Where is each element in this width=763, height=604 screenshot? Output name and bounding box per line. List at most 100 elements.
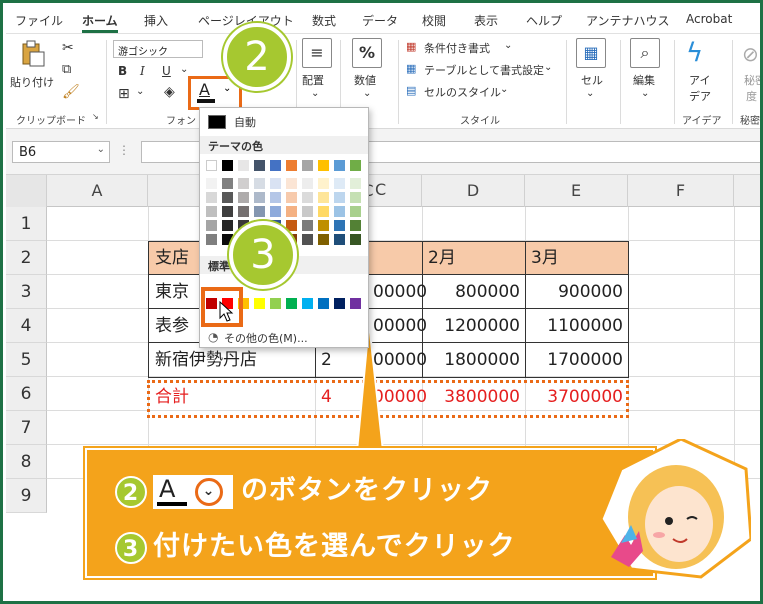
theme-shade-swatch[interactable] (286, 220, 297, 231)
cell-d2[interactable]: 2月 (424, 241, 460, 275)
row-header-1[interactable]: 1 (6, 207, 47, 241)
theme-color-swatch[interactable] (206, 160, 217, 171)
theme-shade-swatch[interactable] (206, 178, 217, 189)
theme-shade-swatch[interactable] (334, 234, 345, 245)
chevron-down-icon[interactable]: ⌄ (363, 88, 371, 99)
automatic-color-label[interactable]: 自動 (234, 114, 256, 130)
theme-shade-swatch[interactable] (302, 220, 313, 231)
theme-shade-swatch[interactable] (334, 192, 345, 203)
theme-shade-swatch[interactable] (350, 220, 361, 231)
theme-shade-swatch[interactable] (350, 234, 361, 245)
theme-shade-swatch[interactable] (222, 220, 233, 231)
tab-review[interactable]: 校閲 (422, 12, 446, 29)
tab-acrobat[interactable]: Acrobat (686, 12, 732, 26)
bold-button[interactable]: B (118, 64, 127, 78)
chevron-down-icon[interactable]: ⌄ (136, 86, 144, 97)
theme-shade-swatch[interactable] (270, 206, 281, 217)
theme-shade-swatch[interactable] (318, 220, 329, 231)
theme-shade-swatch[interactable] (350, 206, 361, 217)
format-painter-icon[interactable]: 🖌 (62, 84, 80, 100)
row-header-5[interactable]: 5 (6, 343, 47, 377)
table-format-label[interactable]: テーブルとして書式設定 (424, 62, 544, 78)
cell-e4[interactable]: 1100000 (526, 309, 627, 343)
idea-label-1[interactable]: アイ (689, 72, 710, 88)
theme-shade-swatch[interactable] (318, 234, 329, 245)
chevron-down-icon[interactable]: ⌄ (586, 88, 594, 99)
percent-icon[interactable]: % (352, 38, 382, 68)
fill-color-icon[interactable]: ◈ (164, 84, 175, 100)
theme-shade-swatch[interactable] (302, 192, 313, 203)
theme-shade-swatch[interactable] (238, 192, 249, 203)
cut-icon[interactable]: ✂ (62, 40, 74, 56)
cell-e5[interactable]: 1700000 (526, 343, 627, 377)
cell-b2[interactable]: 支店 (151, 241, 193, 275)
search-icon[interactable]: ⌕ (630, 38, 660, 68)
theme-shade-swatch[interactable] (350, 178, 361, 189)
cell-d4[interactable]: 1200000 (423, 309, 524, 343)
theme-shade-swatch[interactable] (334, 178, 345, 189)
cell-style-label[interactable]: セルのスタイル (424, 84, 501, 100)
number-button-label[interactable]: 数値 (354, 72, 376, 88)
chevron-down-icon[interactable]: ⌄ (180, 64, 188, 75)
standard-color-swatch[interactable] (350, 298, 361, 309)
theme-color-swatch[interactable] (302, 160, 313, 171)
theme-shade-swatch[interactable] (286, 192, 297, 203)
standard-color-swatch[interactable] (270, 298, 281, 309)
chevron-down-icon[interactable]: ⌄ (544, 62, 552, 73)
standard-color-swatch[interactable] (334, 298, 345, 309)
row-header-6[interactable]: 6 (6, 377, 47, 411)
tab-insert[interactable]: 挿入 (144, 12, 168, 29)
row-header-2[interactable]: 2 (6, 241, 47, 275)
theme-shade-swatch[interactable] (238, 206, 249, 217)
alignment-button-label[interactable]: 配置 (302, 72, 324, 88)
name-box[interactable]: B6 ⌄ (12, 141, 110, 163)
tab-data[interactable]: データ (362, 12, 398, 29)
cell-d5[interactable]: 1800000 (423, 343, 524, 377)
theme-shade-swatch[interactable] (302, 206, 313, 217)
theme-color-swatch[interactable] (254, 160, 265, 171)
standard-color-swatch[interactable] (254, 298, 265, 309)
cell-style-icon[interactable]: ▤ (406, 84, 416, 97)
sensitivity-icon[interactable]: ⊘ (742, 42, 759, 66)
row-header-3[interactable]: 3 (6, 275, 47, 309)
secret-label-1[interactable]: 秘密 (744, 72, 760, 88)
theme-shade-swatch[interactable] (254, 192, 265, 203)
lightning-icon[interactable]: ϟ (686, 38, 703, 68)
theme-shade-swatch[interactable] (206, 206, 217, 217)
theme-color-swatch[interactable] (222, 160, 233, 171)
border-icon[interactable]: ⊞ (118, 86, 130, 102)
column-header-f[interactable]: F (628, 175, 734, 207)
dialog-launcher-icon[interactable]: ↘ (92, 112, 99, 121)
underline-button[interactable]: U (162, 64, 171, 78)
select-all-corner[interactable] (6, 175, 47, 207)
tab-help[interactable]: ヘルプ (526, 12, 562, 29)
theme-shade-swatch[interactable] (254, 206, 265, 217)
theme-shade-swatch[interactable] (206, 220, 217, 231)
cell-e3[interactable]: 900000 (526, 275, 627, 309)
column-header-e[interactable]: E (525, 175, 628, 207)
theme-shade-swatch[interactable] (222, 206, 233, 217)
cells-icon[interactable]: ▦ (576, 38, 606, 68)
theme-shade-swatch[interactable] (270, 178, 281, 189)
cell-b3[interactable]: 東京 (151, 275, 193, 309)
row-header-4[interactable]: 4 (6, 309, 47, 343)
theme-shade-swatch[interactable] (302, 178, 313, 189)
cell-b5[interactable]: 新宿伊勢丹店 (151, 343, 261, 377)
standard-color-swatch[interactable] (302, 298, 313, 309)
theme-color-swatch[interactable] (334, 160, 345, 171)
theme-shade-swatch[interactable] (318, 178, 329, 189)
standard-color-swatch[interactable] (286, 298, 297, 309)
copy-icon[interactable]: ⧉ (62, 62, 71, 77)
theme-shade-swatch[interactable] (318, 206, 329, 217)
alignment-icon[interactable]: ≡ (302, 38, 332, 68)
tab-antenna-house[interactable]: アンテナハウス (586, 12, 670, 29)
chevron-down-icon[interactable]: ⌄ (641, 88, 649, 99)
chevron-down-icon[interactable]: ⌄ (500, 84, 508, 95)
theme-shade-swatch[interactable] (222, 178, 233, 189)
row-header-9[interactable]: 9 (6, 479, 47, 513)
cell-d3[interactable]: 800000 (423, 275, 524, 309)
table-format-icon[interactable]: ▦ (406, 62, 416, 75)
font-name-box[interactable]: 游ゴシック (113, 40, 203, 58)
cells-button-label[interactable]: セル (581, 72, 603, 88)
cell-e2[interactable]: 3月 (527, 241, 563, 275)
